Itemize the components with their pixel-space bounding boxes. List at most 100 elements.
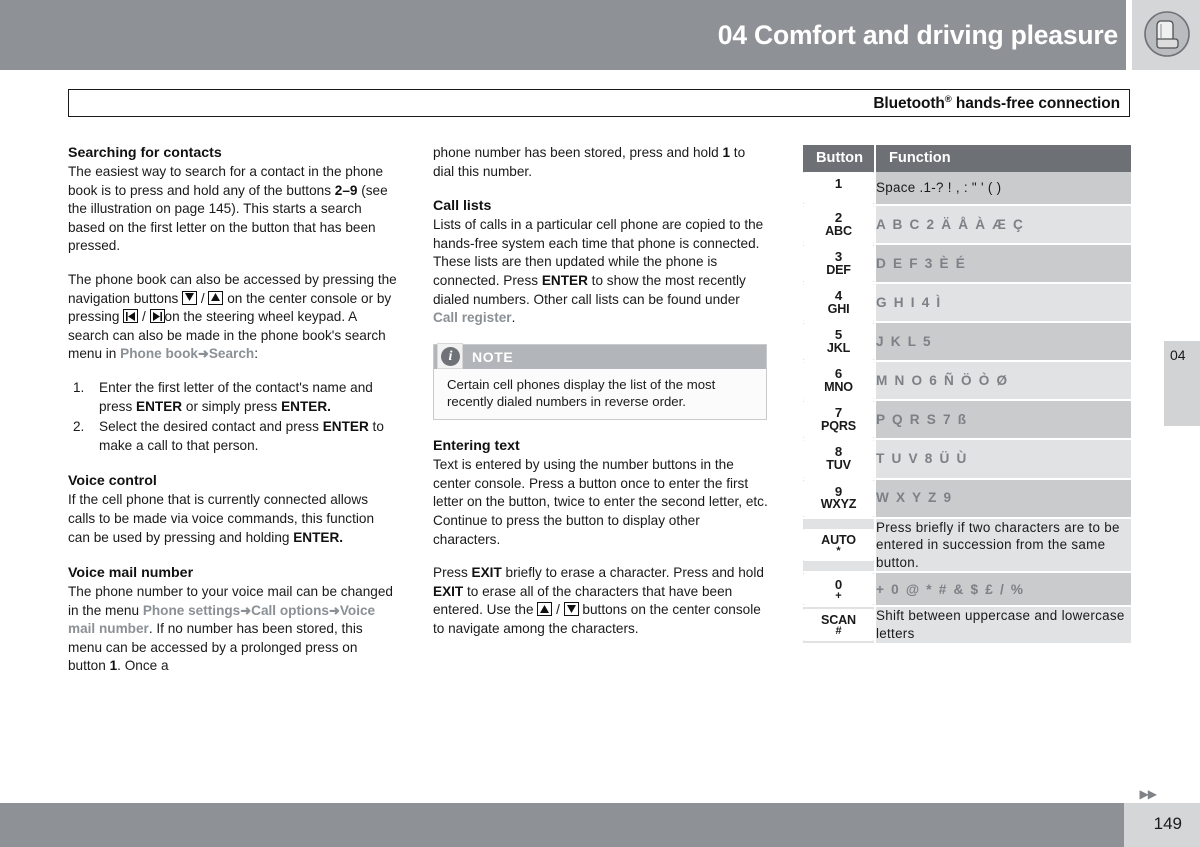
paragraph-phone-book-access: The phone book can also be accessed by p… <box>68 271 398 364</box>
text-run: Press <box>433 565 472 581</box>
button-range-bold: 2–9 <box>334 182 358 198</box>
table-row: 6 MNO M N O 6 Ñ Ö Ò Ø <box>803 361 1131 402</box>
keycap-tertiary-label: + <box>835 590 842 603</box>
table-cell-function: W X Y Z 9 <box>875 478 1131 519</box>
keycap-primary-label: 8 <box>834 444 843 460</box>
chapter-side-tab: 04 <box>1164 341 1200 426</box>
heading-call-lists: Call lists <box>433 198 492 215</box>
table-cell-function: Space .1-? ! , : " ' ( ) <box>875 172 1131 206</box>
table-cell-button: 6 MNO <box>803 361 876 402</box>
text-run: / <box>552 602 564 618</box>
paragraph-exit-erase: Press EXIT briefly to erase a character.… <box>433 564 768 638</box>
page-number: 149 <box>1153 814 1182 833</box>
keycap-secondary-label: MNO <box>824 380 853 395</box>
keycap-secondary-label: TUV <box>826 458 851 473</box>
keycap: 7 PQRS <box>803 401 874 439</box>
table-cell-button: 7 PQRS <box>803 400 876 441</box>
table-row: SCAN # Shift between uppercase and lowerca… <box>803 606 1131 645</box>
keycap: SCAN # <box>803 609 874 641</box>
menu-arrow-icon: ➜ <box>197 346 209 362</box>
heading-searching-for-contacts: Searching for contacts <box>68 145 222 161</box>
keycap-tertiary-label: * <box>836 545 841 558</box>
column-header-button: Button <box>803 145 876 172</box>
info-icon-glyph: i <box>441 346 460 366</box>
keycap: 3 DEF <box>803 245 874 283</box>
arrow-prev-key-icon <box>123 309 139 324</box>
keycap-secondary-label: GHI <box>827 302 850 317</box>
keycap-secondary-label: ABC <box>825 223 852 238</box>
table-cell-function: Shift between uppercase and lowercase le… <box>875 606 1131 645</box>
table-cell-function: + 0 @ * # & $ £ / % <box>875 572 1131 608</box>
text-run: briefly to erase a character. Press and … <box>501 565 764 581</box>
keycap: 6 MNO <box>803 362 874 400</box>
table-cell-function: J K L 5 <box>875 322 1131 363</box>
menu-path-call-register: Call register <box>433 310 512 326</box>
paragraph-dial-voice-mail: phone number has been stored, press and … <box>433 144 768 181</box>
keycap: 0 + <box>803 573 874 606</box>
table-cell-function: T U V 8 Ü Ù <box>875 439 1131 480</box>
table-row: 0 + + 0 @ * # & $ £ / % <box>803 572 1131 608</box>
text-run: / <box>197 290 209 306</box>
table-row: 3 DEF D E F 3 È É <box>803 244 1131 285</box>
menu-arrow-icon: ➜ <box>328 602 340 618</box>
text-run: . Once a <box>117 658 169 674</box>
table-row: 8 TUV T U V 8 Ü Ù <box>803 439 1131 480</box>
keycap-tertiary-label: # <box>835 625 842 638</box>
text-run: . <box>511 310 516 326</box>
paragraph-voice-mail: The phone number to your voice mail can … <box>68 583 398 676</box>
table-cell-function: A B C 2 Ä Å À Æ Ç <box>875 205 1131 246</box>
keycap-primary-label: 9 <box>834 483 843 499</box>
section-title-box: Bluetooth® hands-free connection <box>68 89 1130 117</box>
page-title: 04 Comfort and driving pleasure <box>717 20 1118 50</box>
table-row: 5 JKL J K L 5 <box>803 322 1131 363</box>
middle-text-column: phone number has been stored, press and … <box>433 144 768 639</box>
table-row: 9 WXYZ W X Y Z 9 <box>803 478 1131 519</box>
heading-entering-text: Entering text <box>433 438 520 455</box>
table-cell-function: M N O 6 Ñ Ö Ò Ø <box>875 361 1131 402</box>
chapter-side-tab-label: 04 <box>1170 347 1186 363</box>
keycap-secondary-label: DEF <box>826 262 851 277</box>
arrow-up-key-icon <box>537 602 553 617</box>
keycap: 4 GHI <box>803 284 874 322</box>
table-cell-button: 0 + <box>803 572 876 608</box>
next-page-arrows-icon: ▶▶ <box>1139 787 1157 801</box>
table-cell-button: 9 WXYZ <box>803 478 876 519</box>
keycap: 5 JKL <box>803 323 874 361</box>
chapter-icon-container <box>1132 0 1200 70</box>
note-box: i NOTE Certain cell phones display the l… <box>433 342 767 421</box>
enter-bold: ENTER <box>541 272 588 288</box>
section-title-main: Bluetooth <box>873 95 945 113</box>
note-body-text: Certain cell phones display the list of … <box>447 376 716 409</box>
keycap-primary-label: 1 <box>834 176 843 191</box>
exit-bold: EXIT <box>433 583 464 599</box>
menu-path-phone-book: Phone book <box>120 346 198 362</box>
table-row: 2 ABC A B C 2 Ä Å À Æ Ç <box>803 205 1131 246</box>
section-title: Bluetooth® hands-free connection <box>873 94 1120 113</box>
table-row: AUTO * Press briefly if two characters are… <box>803 517 1131 574</box>
keycap-primary-label: 5 <box>834 327 843 343</box>
table-cell-button: 3 DEF <box>803 244 876 285</box>
list-number: 2. <box>73 419 85 435</box>
text-run: : <box>254 346 258 362</box>
table-cell-button: 1 <box>803 172 876 206</box>
button-one-bold: 1 <box>109 658 118 674</box>
button-function-table-container: Button Function 1 Space .1-? ! , : " ' ( … <box>803 145 1131 645</box>
exit-bold: EXIT <box>471 565 502 581</box>
keycap-secondary-label: JKL <box>826 341 851 356</box>
table-cell-button: AUTO * <box>803 517 876 574</box>
table-cell-button: 4 GHI <box>803 283 876 324</box>
keycap: 1 <box>803 172 874 204</box>
table-header-row: Button Function <box>803 145 1131 172</box>
paragraph-call-lists: Lists of calls in a particular cell phon… <box>433 216 768 328</box>
enter-bold: ENTER <box>322 419 369 435</box>
keycap-primary-label: 4 <box>834 288 843 304</box>
note-header: i NOTE <box>434 342 766 369</box>
section-title-rest: hands-free connection <box>951 95 1120 113</box>
button-function-table: Button Function 1 Space .1-? ! , : " ' ( … <box>803 145 1131 645</box>
registered-mark: ® <box>944 94 952 105</box>
left-text-column: Searching for contacts The easiest way t… <box>68 144 398 676</box>
arrow-next-key-icon <box>149 309 165 324</box>
table-cell-function: P Q R S 7 ß <box>875 400 1131 441</box>
paragraph-voice-control: If the cell phone that is currently conn… <box>68 491 398 547</box>
keycap-secondary-label: WXYZ <box>820 497 857 512</box>
